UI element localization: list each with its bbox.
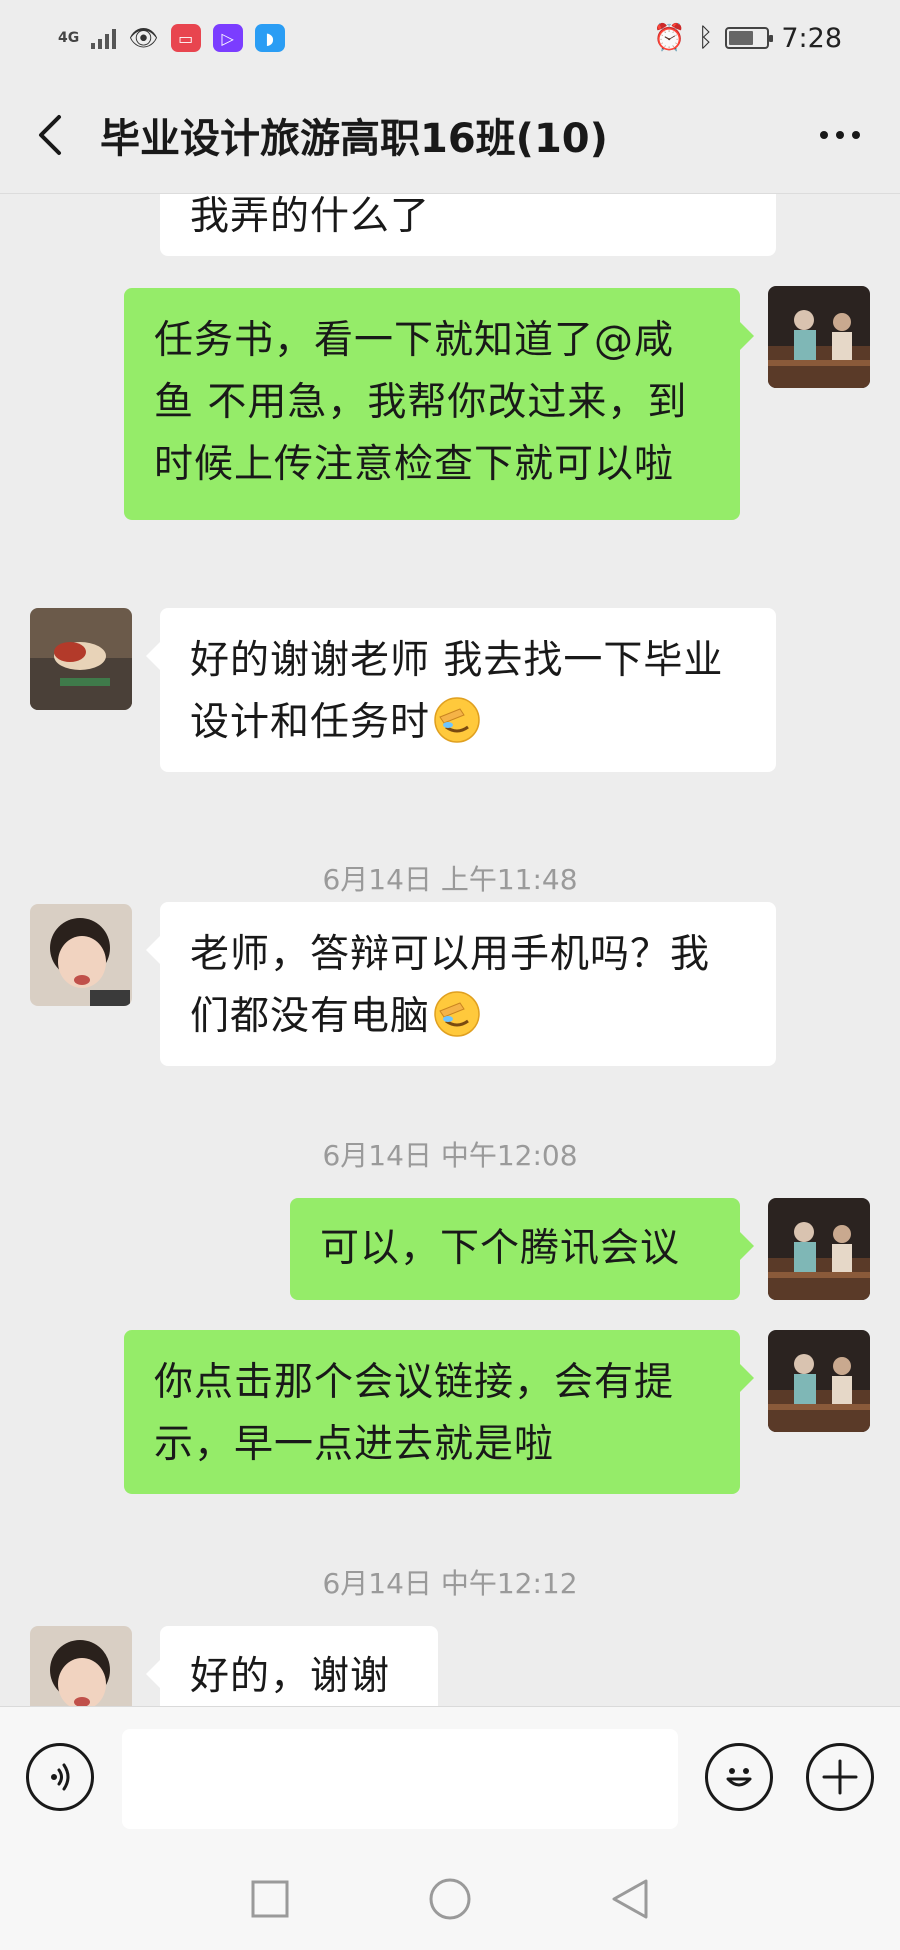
message-text: 你点击那个会议链接，会有提示，早一点进去就是啦 bbox=[154, 1360, 675, 1467]
message-text: 可以，下个腾讯会议 bbox=[320, 1226, 681, 1271]
back-button[interactable] bbox=[0, 76, 100, 193]
contact-avatar[interactable] bbox=[30, 608, 132, 710]
chevron-left-icon bbox=[39, 114, 61, 155]
message-bubble[interactable]: 老师，答辩可以用手机吗？我们都没有电脑 bbox=[146, 902, 776, 1066]
circle-icon bbox=[429, 1878, 471, 1920]
timestamp: 6月14日 中午12:12 bbox=[322, 1567, 578, 1600]
emoji-button[interactable] bbox=[705, 1743, 773, 1811]
message-text: 好的，谢谢 bbox=[190, 1654, 391, 1699]
red-app-icon: ▭ bbox=[170, 24, 201, 52]
contact-avatar[interactable] bbox=[30, 904, 132, 1006]
facepalm-emoji-icon bbox=[434, 697, 480, 743]
message-bubble[interactable]: 我弄的什么了 bbox=[160, 194, 776, 256]
avatar-image bbox=[30, 904, 132, 1006]
message-bubble[interactable]: 可以，下个腾讯会议 bbox=[290, 1198, 754, 1300]
chat-title: 毕业设计旅游高职16班(10) bbox=[100, 115, 608, 162]
system-nav-bar bbox=[0, 1848, 900, 1950]
network-label: 4G bbox=[58, 30, 80, 46]
message-text: 任务书，看一下就知道了@咸鱼 不用急，我帮你改过来，到时候上传注意检查下就可以啦 bbox=[154, 318, 688, 487]
status-bar: 4G 👁 ▭ ▷ ◗ ⏰ ᛒ 7:28 bbox=[0, 0, 900, 76]
bluetooth-icon: ᛒ bbox=[697, 23, 714, 53]
message-input[interactable] bbox=[122, 1729, 678, 1829]
more-dot-icon bbox=[820, 130, 828, 139]
triangle-back-icon bbox=[612, 1879, 648, 1919]
eye-icon: 👁 bbox=[128, 24, 159, 52]
timestamp: 6月14日 中午12:08 bbox=[322, 1139, 578, 1172]
voice-input-button[interactable] bbox=[26, 1743, 94, 1811]
status-left: 4G 👁 ▭ ▷ ◗ bbox=[58, 24, 285, 52]
battery-icon bbox=[725, 27, 774, 49]
message-bubble[interactable]: 好的，谢谢 bbox=[146, 1626, 438, 1706]
battery-fill bbox=[729, 31, 753, 45]
avatar-image bbox=[30, 1626, 132, 1706]
back-nav-button[interactable] bbox=[600, 1869, 660, 1929]
home-button[interactable] bbox=[420, 1869, 480, 1929]
voice-icon bbox=[51, 1763, 70, 1791]
self-avatar[interactable] bbox=[768, 1198, 870, 1300]
message-bubble[interactable]: 好的谢谢老师 我去找一下毕业设计和任务时 bbox=[146, 608, 776, 772]
blue-app-icon: ◗ bbox=[254, 24, 285, 52]
status-right: ⏰ ᛒ 7:28 bbox=[653, 23, 842, 54]
message-bubble[interactable]: 你点击那个会议链接，会有提示，早一点进去就是啦 bbox=[124, 1330, 754, 1494]
timestamp: 6月14日 上午11:48 bbox=[322, 863, 578, 896]
more-dot-icon bbox=[852, 130, 860, 139]
more-options-button[interactable] bbox=[780, 76, 900, 193]
avatar-image bbox=[768, 1198, 870, 1300]
self-avatar[interactable] bbox=[768, 1330, 870, 1432]
video-app-icon: ▷ bbox=[212, 24, 243, 52]
contact-avatar[interactable] bbox=[30, 1626, 132, 1706]
status-time: 7:28 bbox=[781, 22, 842, 54]
avatar-image bbox=[30, 608, 132, 710]
self-avatar[interactable] bbox=[768, 286, 870, 388]
input-bar bbox=[0, 1706, 900, 1848]
chat-header: 毕业设计旅游高职16班(10) bbox=[0, 76, 900, 194]
message-text: 我弄的什么了 bbox=[190, 194, 431, 239]
smiley-icon bbox=[726, 1768, 752, 1787]
more-dot-icon bbox=[836, 130, 844, 139]
more-functions-button[interactable] bbox=[806, 1743, 874, 1811]
square-icon bbox=[251, 1880, 289, 1918]
plus-icon bbox=[822, 1759, 858, 1795]
facepalm-emoji-icon bbox=[434, 991, 480, 1037]
message-list[interactable]: 我弄的什么了 任务书，看一下就知道了@咸鱼 不用急，我帮你改过来，到时候上传注意… bbox=[0, 194, 900, 1706]
avatar-image bbox=[768, 286, 870, 388]
message-bubble[interactable]: 任务书，看一下就知道了@咸鱼 不用急，我帮你改过来，到时候上传注意检查下就可以啦 bbox=[124, 288, 754, 520]
recents-button[interactable] bbox=[240, 1869, 300, 1929]
signal-icon bbox=[91, 27, 117, 49]
alarm-icon: ⏰ bbox=[653, 23, 686, 53]
avatar-image bbox=[768, 1330, 870, 1432]
